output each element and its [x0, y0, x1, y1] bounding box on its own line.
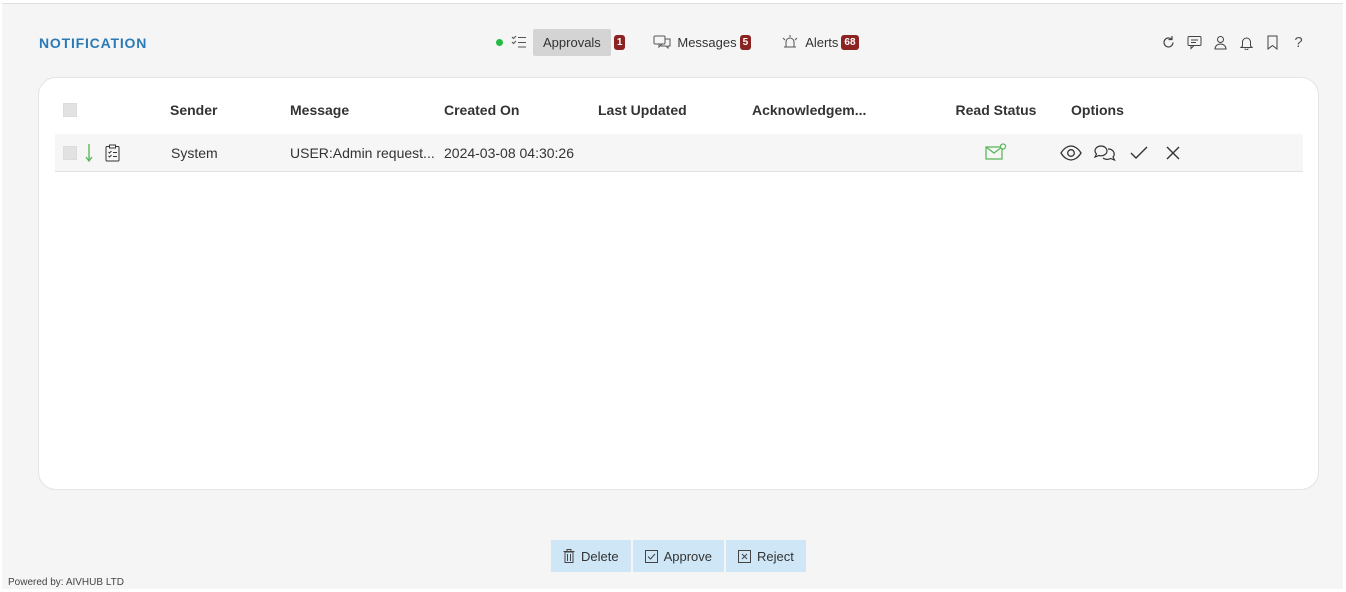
approve-button[interactable]: Approve [632, 540, 724, 572]
delete-button-label: Delete [581, 548, 619, 564]
footer-powered-by: Powered by: AIVHUB LTD [8, 577, 124, 588]
trash-icon [563, 549, 575, 563]
column-header-message[interactable]: Message [290, 102, 444, 118]
tab-messages-label: Messages [677, 34, 737, 50]
cell-created-on: 2024-03-08 04:30:26 [444, 144, 574, 161]
delete-button[interactable]: Delete [551, 540, 631, 572]
page-title: NOTIFICATION [39, 35, 148, 51]
cell-sender: System [171, 144, 218, 161]
view-eye-icon[interactable] [1059, 142, 1083, 164]
messages-count-badge: 5 [739, 34, 752, 50]
column-header-created-on[interactable]: Created On [444, 102, 598, 118]
arrow-down-icon [85, 143, 93, 162]
chat-icon [653, 35, 671, 49]
approve-button-label: Approve [663, 548, 712, 564]
online-status-dot [496, 38, 503, 46]
table-row[interactable]: System USER:Admin request... 2024-03-08 … [55, 134, 1303, 172]
header-toolbar: ? [1160, 34, 1307, 51]
row-checkbox[interactable] [63, 145, 77, 160]
column-header-read-status[interactable]: Read Status [937, 102, 1055, 118]
tab-alerts[interactable]: Alerts 68 [781, 29, 859, 56]
notification-tabs: Approvals 1 Messages 5 Alerts 68 [496, 28, 859, 56]
column-header-options: Options [1071, 102, 1124, 118]
clipboard-icon[interactable] [105, 144, 120, 162]
reject-button[interactable]: Reject [726, 540, 806, 572]
tab-approvals[interactable]: Approvals 1 [511, 28, 626, 56]
mail-read-icon [985, 142, 1007, 160]
tab-alerts-label: Alerts [805, 34, 839, 50]
checkbox-x-icon [738, 549, 751, 563]
tab-messages[interactable]: Messages 5 [653, 29, 752, 56]
approve-check-icon[interactable] [1127, 142, 1151, 164]
user-icon[interactable] [1212, 34, 1229, 51]
approvals-count-badge: 1 [613, 34, 626, 50]
app-frame: NOTIFICATION Approvals 1 Messages 5 Aler… [2, 3, 1343, 589]
checkbox-checked-icon [644, 549, 658, 563]
checklist-icon [511, 35, 526, 48]
bulk-actions-bar: Delete Approve Reject [551, 540, 806, 572]
bell-icon[interactable] [1238, 34, 1255, 51]
refresh-icon[interactable] [1160, 34, 1177, 51]
column-header-sender[interactable]: Sender [170, 102, 290, 118]
alerts-count-badge: 68 [841, 34, 859, 50]
cell-message: USER:Admin request... [290, 144, 435, 161]
table-header: Sender Message Created On Last Updated A… [55, 98, 1303, 122]
cell-read-status [937, 142, 1055, 163]
comments-icon[interactable] [1093, 142, 1117, 164]
alarm-icon [782, 34, 798, 47]
column-header-last-updated[interactable]: Last Updated [598, 102, 752, 118]
reject-close-icon[interactable] [1161, 142, 1185, 164]
column-header-acknowledgement[interactable]: Acknowledgem... [752, 102, 937, 118]
comment-icon[interactable] [1186, 34, 1203, 51]
bookmark-icon[interactable] [1264, 34, 1281, 51]
notification-table-card: Sender Message Created On Last Updated A… [38, 77, 1319, 490]
select-all-checkbox[interactable] [63, 103, 77, 117]
tab-approvals-label: Approvals [533, 28, 611, 56]
reject-button-label: Reject [757, 548, 794, 564]
help-icon[interactable]: ? [1290, 34, 1307, 51]
cell-options [1055, 142, 1215, 164]
